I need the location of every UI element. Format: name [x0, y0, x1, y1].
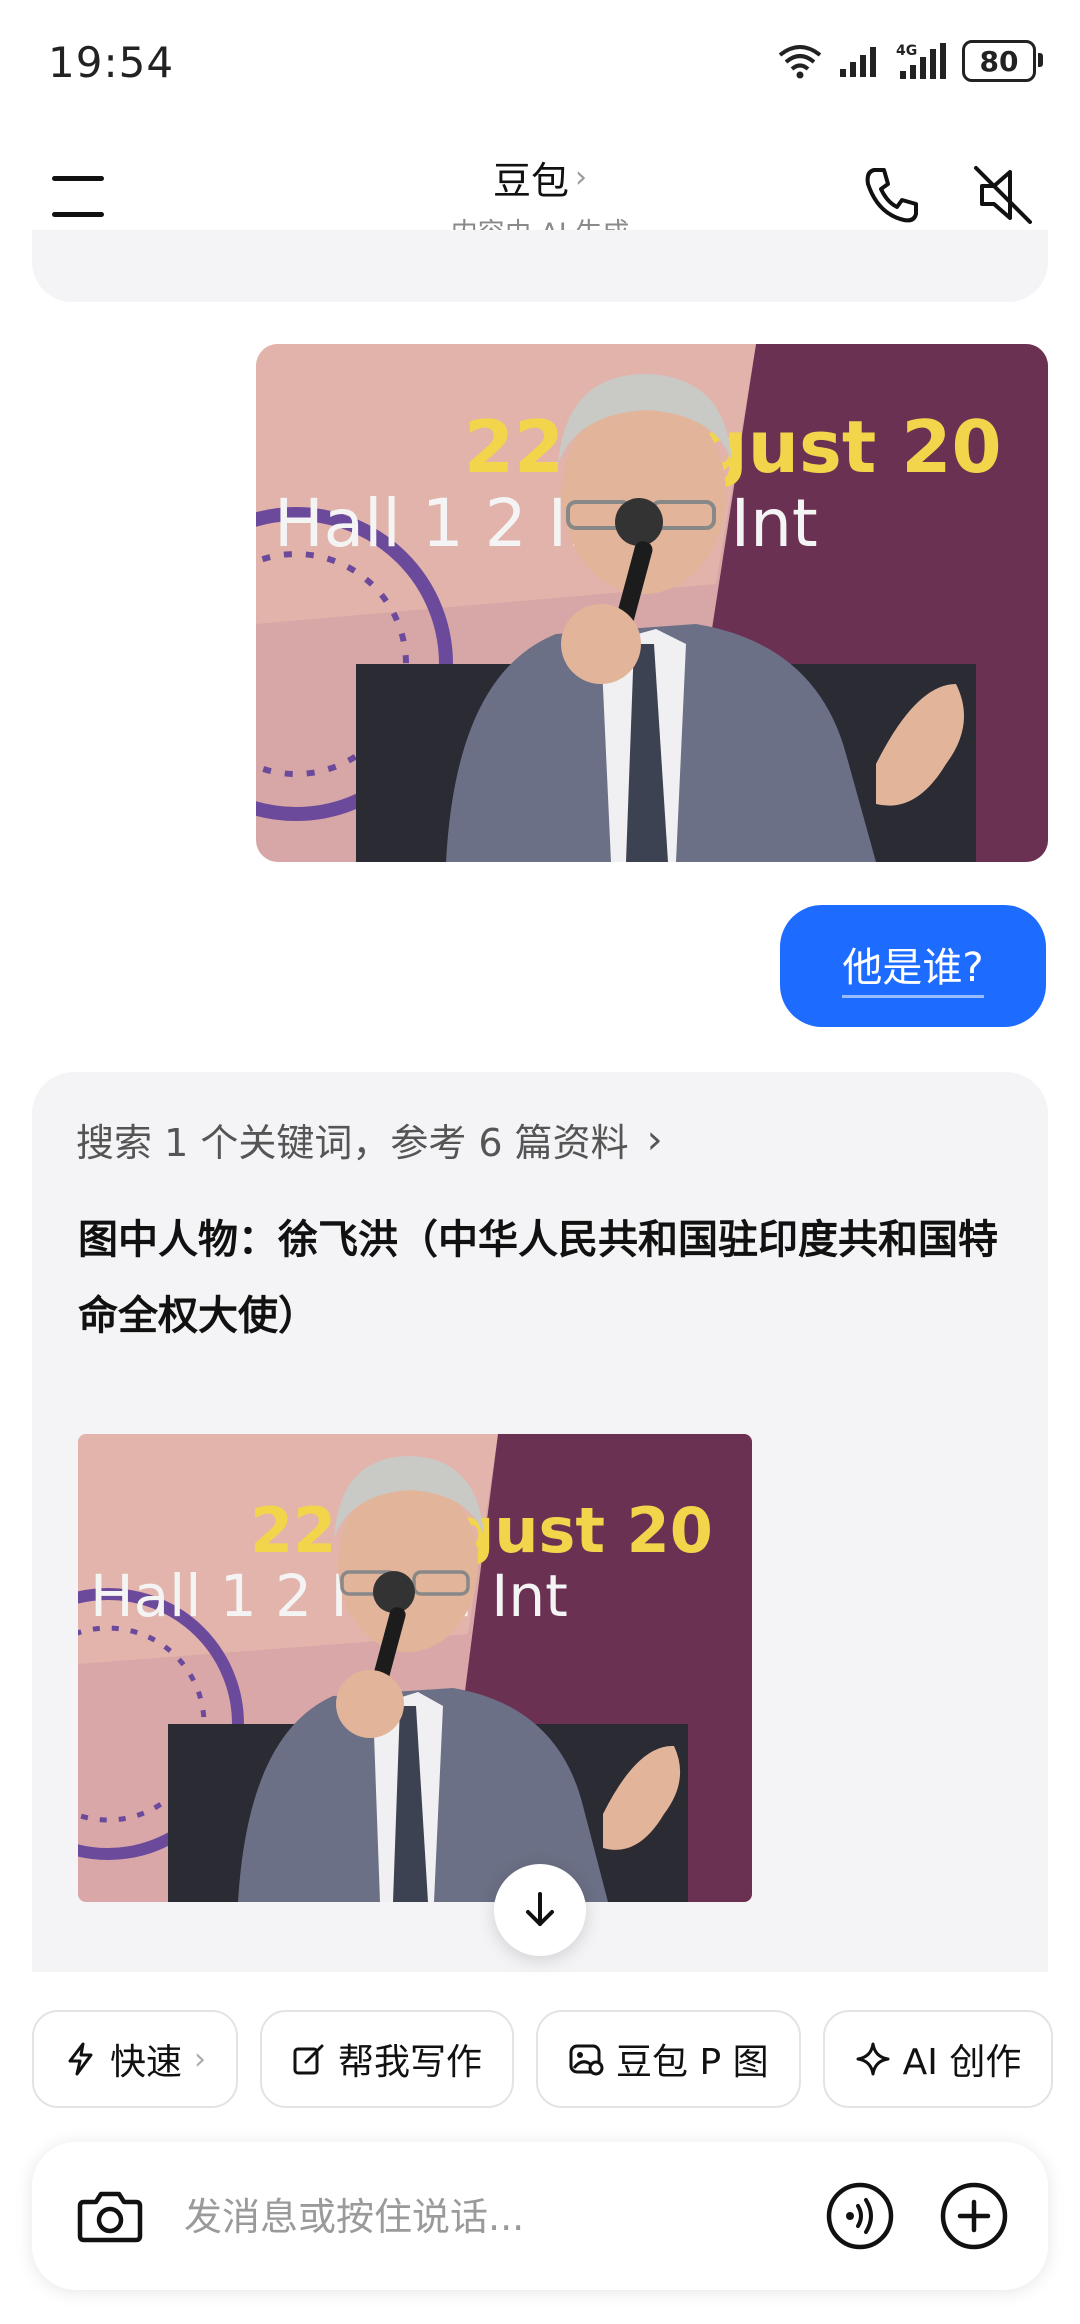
- chevron-right-icon: ›: [646, 1116, 663, 1163]
- user-sent-image[interactable]: 22 August 20 Hall 1 2 India Int: [256, 344, 1048, 862]
- assistant-answer-card: 搜索 1 个关键词，参考 6 篇资料 › 图中人物：徐飞洪（中华人民共和国驻印度…: [32, 1072, 1048, 1972]
- answer-banner-text-line2: Hall 1 2 India Int: [90, 1562, 568, 1630]
- battery-indicator: 80: [962, 40, 1043, 82]
- quick-action-fast[interactable]: 快速 ›: [32, 2010, 239, 2108]
- arrow-down-icon: [526, 1892, 554, 1926]
- search-references-link[interactable]: 搜索 1 个关键词，参考 6 篇资料 ›: [76, 1112, 663, 1167]
- quick-action-label: 快速: [110, 2042, 183, 2083]
- wifi-icon: [778, 45, 822, 79]
- status-bar: 19:54 4G 80: [0, 0, 1080, 130]
- quick-action-label: 帮我写作: [338, 2042, 483, 2083]
- message-input[interactable]: [182, 2172, 826, 2262]
- previous-message-card: [32, 230, 1048, 302]
- quick-action-image-edit[interactable]: 豆包 P 图: [536, 2010, 801, 2108]
- quick-actions-row: 快速 › 帮我写作 豆包 P 图 AI 创作: [32, 2010, 1054, 2108]
- user-message-bubble[interactable]: 他是谁?: [780, 905, 1046, 1027]
- message-input-bar: [32, 2142, 1048, 2290]
- page-title: 豆包: [492, 159, 569, 203]
- speaker-mute-icon[interactable]: [968, 160, 1038, 230]
- banner-text-line2: Hall 1 2 India Int: [274, 485, 818, 562]
- answer-text: 图中人物：徐飞洪（中华人民共和国驻印度共和国特命全权大使）: [78, 1217, 998, 1339]
- voice-call-icon[interactable]: [824, 2180, 896, 2252]
- scroll-to-bottom-button[interactable]: [494, 1864, 586, 1956]
- image-edit-icon: [569, 2044, 604, 2076]
- sparkle-icon: [856, 2042, 890, 2076]
- quick-action-writing[interactable]: 帮我写作: [260, 2010, 515, 2108]
- answer-image[interactable]: 22 August 20 Hall 1 2 India Int: [78, 1434, 752, 1902]
- banner-text-line1: 22 August 20: [464, 405, 1002, 489]
- answer-banner-text-line1: 22 August 20: [250, 1494, 713, 1567]
- quick-action-ai-create[interactable]: AI 创作: [822, 2010, 1054, 2108]
- camera-icon[interactable]: [74, 2180, 146, 2252]
- search-summary-text: 搜索 1 个关键词，参考 6 篇资料: [76, 1121, 629, 1165]
- status-time: 19:54: [48, 38, 175, 87]
- lightning-icon: [68, 2042, 93, 2076]
- chevron-right-icon: ›: [575, 160, 587, 195]
- user-message-text: 他是谁?: [842, 935, 984, 998]
- network-label: 4G: [896, 43, 917, 59]
- signal-icon: [840, 47, 876, 77]
- plus-icon[interactable]: [938, 2180, 1010, 2252]
- chevron-right-icon: ›: [194, 2041, 207, 2077]
- signal-4g-icon: 4G: [896, 43, 946, 79]
- quick-action-label: 豆包 P 图: [616, 2042, 769, 2083]
- edit-icon: [293, 2044, 324, 2075]
- status-icons: 4G 80: [776, 40, 1043, 82]
- battery-level: 80: [979, 44, 1019, 78]
- phone-icon[interactable]: [856, 160, 926, 230]
- quick-action-label: AI 创作: [902, 2042, 1022, 2083]
